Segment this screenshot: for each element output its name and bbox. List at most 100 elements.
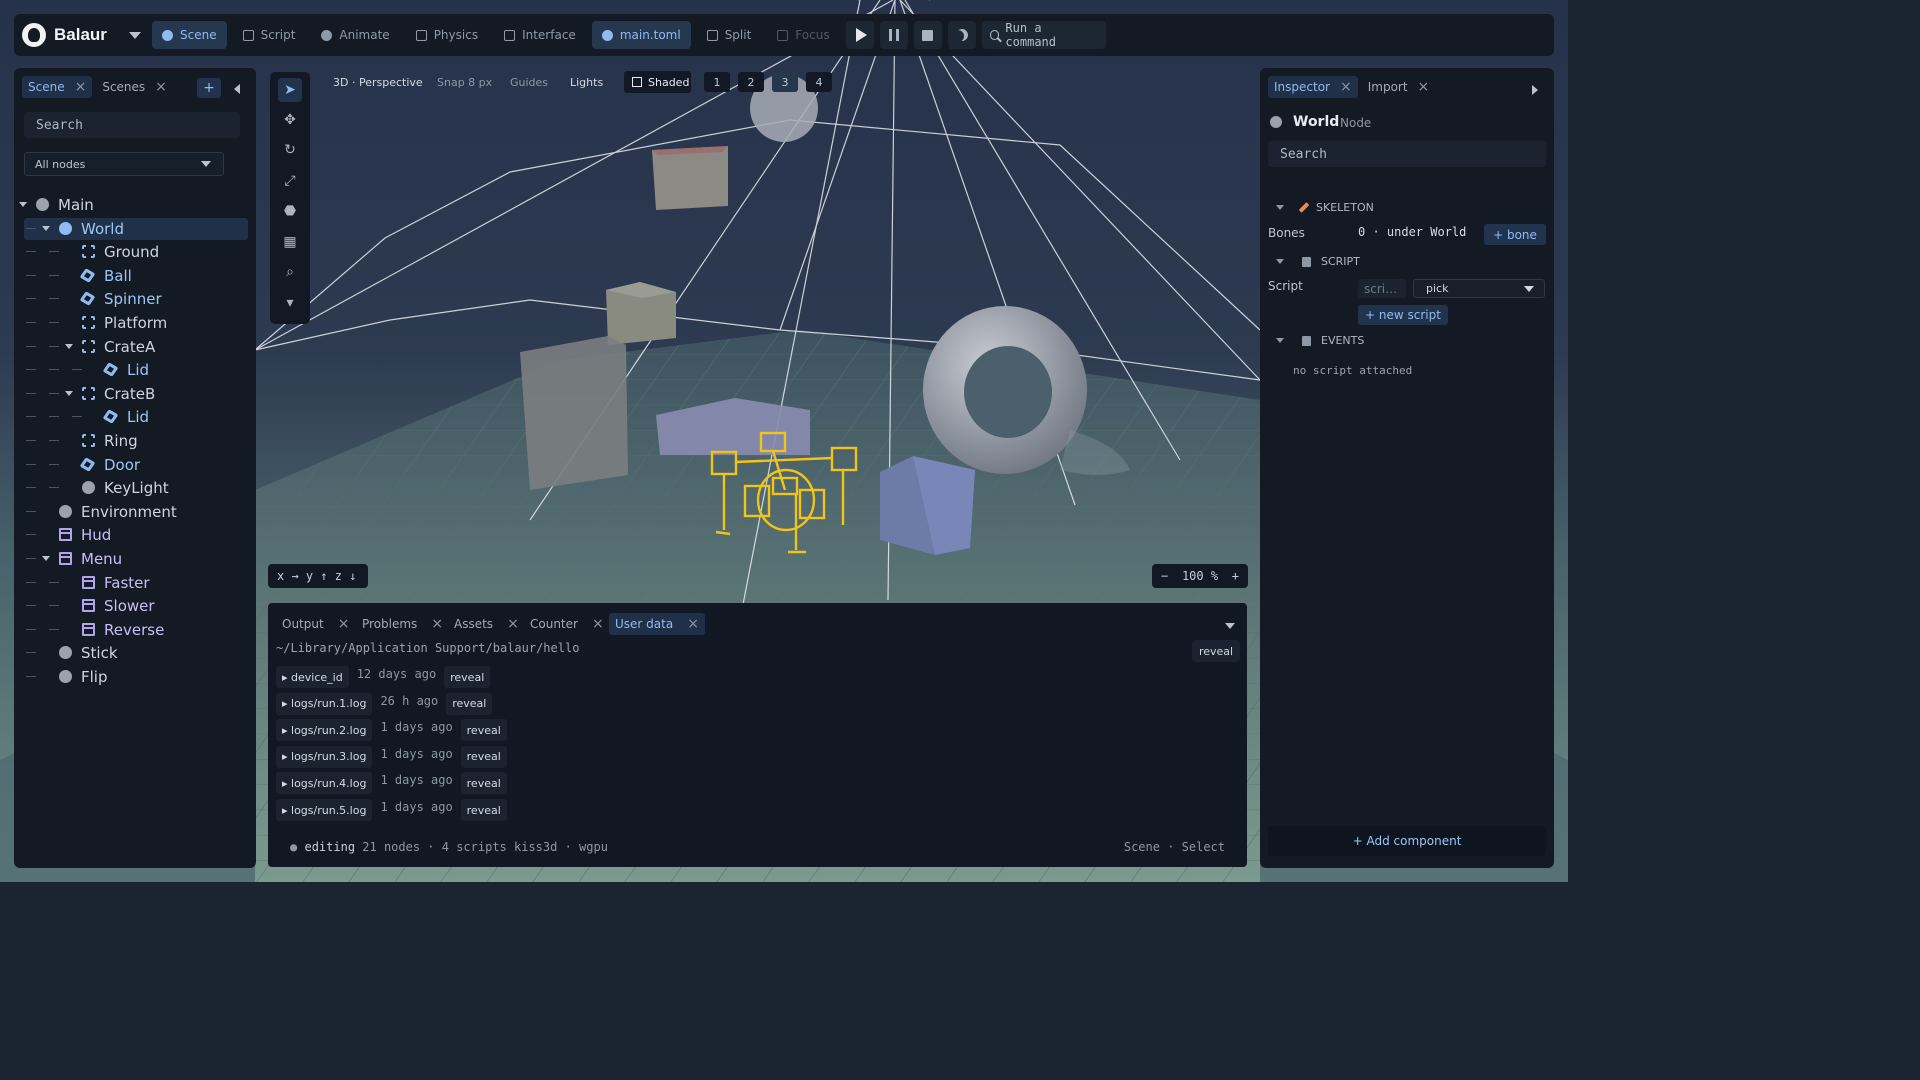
scale-tool-icon[interactable]: ⤢ bbox=[278, 169, 302, 193]
collapse-right-icon[interactable] bbox=[1532, 85, 1538, 95]
reveal-file-button[interactable]: reveal bbox=[460, 719, 507, 742]
pause-button[interactable] bbox=[879, 21, 908, 49]
tab-inspector[interactable]: Inspector × bbox=[1268, 76, 1358, 98]
tree-node-environment[interactable]: Environment bbox=[24, 501, 248, 523]
add-component-button[interactable]: + Add component bbox=[1268, 826, 1546, 856]
stop-button[interactable] bbox=[913, 21, 942, 49]
zoom-in-button[interactable]: + bbox=[1232, 569, 1239, 583]
play-button[interactable] bbox=[845, 21, 874, 49]
tab-scene[interactable]: Scene × bbox=[22, 76, 93, 98]
mode-scene-button[interactable]: Scene bbox=[152, 21, 227, 49]
tree-node-ball[interactable]: Ball bbox=[24, 265, 248, 287]
open-file-button[interactable]: main.toml bbox=[591, 21, 691, 49]
more-tools-chevron-down-icon[interactable]: ▾ bbox=[278, 291, 302, 315]
expand-chevron-down-icon[interactable] bbox=[42, 556, 50, 561]
snap-toggle[interactable]: Snap 8 px bbox=[437, 76, 492, 89]
tree-node-world[interactable]: World bbox=[24, 217, 248, 240]
reveal-file-button[interactable]: reveal bbox=[444, 666, 491, 688]
zoom-tool-icon[interactable]: ⌕ bbox=[278, 260, 302, 284]
app-menu-chevron-down-icon[interactable] bbox=[128, 31, 141, 39]
node-filter-select[interactable]: All nodes bbox=[24, 152, 224, 176]
script-pick-select[interactable]: pick bbox=[1413, 279, 1545, 298]
close-icon[interactable]: × bbox=[507, 616, 519, 632]
tree-node-cratea[interactable]: CrateA bbox=[24, 336, 248, 358]
script-path-input[interactable]: scri… bbox=[1358, 279, 1406, 298]
file-name-button[interactable]: ▸ device_id bbox=[276, 666, 349, 688]
file-name-button[interactable]: ▸ logs/run.1.log bbox=[276, 692, 373, 715]
tree-node-spinner[interactable]: Spinner bbox=[24, 288, 248, 310]
tree-node-lid[interactable]: Lid bbox=[24, 359, 248, 381]
app-menu[interactable]: Balaur bbox=[22, 23, 146, 47]
tree-node-slower[interactable]: Slower bbox=[24, 595, 248, 617]
collapse-panel-icon[interactable] bbox=[234, 84, 240, 94]
file-name-button[interactable]: ▸ logs/run.2.log bbox=[276, 719, 373, 742]
tab-counter[interactable]: Counter × bbox=[524, 613, 610, 635]
file-name-button[interactable]: ▸ logs/run.4.log bbox=[276, 772, 373, 795]
guides-toggle[interactable]: Guides bbox=[510, 76, 548, 89]
tab-problems[interactable]: Problems × bbox=[356, 613, 449, 635]
mode-script-button[interactable]: Script bbox=[233, 21, 306, 49]
move-tool-icon[interactable]: ✥ bbox=[278, 108, 302, 132]
reveal-file-button[interactable]: reveal bbox=[460, 772, 507, 795]
add-bone-button[interactable]: + bone bbox=[1484, 224, 1546, 245]
add-node-button[interactable]: + bbox=[197, 78, 221, 98]
tree-node-stick[interactable]: Stick bbox=[24, 642, 248, 664]
section-skeleton[interactable]: SKELETON bbox=[1276, 201, 1374, 214]
lights-toggle[interactable]: Lights bbox=[570, 76, 603, 89]
tree-node-platform[interactable]: Platform bbox=[24, 312, 248, 334]
tab-assets[interactable]: Assets × bbox=[448, 613, 525, 635]
close-icon[interactable]: × bbox=[1418, 80, 1430, 94]
tab-user-data[interactable]: User data × bbox=[609, 613, 705, 635]
zoom-out-button[interactable]: − bbox=[1161, 569, 1168, 583]
select-tool-icon[interactable]: ➤ bbox=[278, 78, 302, 102]
layout-3-button[interactable]: 3 bbox=[772, 72, 798, 92]
view-mode-label[interactable]: 3D · Perspective bbox=[333, 76, 423, 89]
reveal-file-button[interactable]: reveal bbox=[446, 692, 493, 715]
close-icon[interactable]: × bbox=[338, 616, 350, 632]
grid-tool-icon[interactable]: ▦ bbox=[278, 230, 302, 254]
focus-button[interactable]: Focus bbox=[767, 21, 839, 49]
section-events[interactable]: EVENTS bbox=[1276, 334, 1364, 347]
layout-4-button[interactable]: 4 bbox=[806, 72, 832, 92]
mode-physics-button[interactable]: Physics bbox=[406, 21, 488, 49]
mode-animate-button[interactable]: Animate bbox=[311, 21, 399, 49]
expand-chevron-down-icon[interactable] bbox=[19, 202, 27, 207]
section-script[interactable]: SCRIPT bbox=[1276, 255, 1360, 268]
shading-mode-button[interactable]: Shaded bbox=[624, 71, 691, 93]
theme-toggle-button[interactable] bbox=[947, 21, 976, 49]
tree-node-crateb[interactable]: CrateB bbox=[24, 383, 248, 405]
tree-node-keylight[interactable]: KeyLight bbox=[24, 477, 248, 499]
close-icon[interactable]: × bbox=[431, 616, 443, 632]
tree-node-faster[interactable]: Faster bbox=[24, 572, 248, 594]
tree-node-door[interactable]: Door bbox=[24, 454, 248, 476]
reveal-folder-button[interactable]: reveal bbox=[1192, 640, 1240, 662]
tree-node-ground[interactable]: Ground bbox=[24, 241, 248, 263]
paint-tool-icon[interactable]: ⬣ bbox=[278, 199, 302, 223]
tree-node-hud[interactable]: Hud bbox=[24, 524, 248, 546]
close-icon[interactable]: × bbox=[687, 616, 699, 632]
close-icon[interactable]: × bbox=[592, 616, 604, 632]
scene-search-input[interactable]: Search bbox=[24, 112, 240, 138]
close-icon[interactable]: × bbox=[155, 80, 167, 94]
tree-node-main[interactable]: Main bbox=[19, 194, 248, 216]
panel-menu-chevron-down-icon[interactable] bbox=[1225, 623, 1235, 629]
tree-node-lid[interactable]: Lid bbox=[24, 406, 248, 428]
command-palette-button[interactable]: Run a command bbox=[981, 21, 1106, 49]
file-name-button[interactable]: ▸ logs/run.5.log bbox=[276, 799, 373, 821]
new-script-button[interactable]: + new script bbox=[1358, 305, 1448, 325]
layout-1-button[interactable]: 1 bbox=[704, 72, 730, 92]
tree-node-reverse[interactable]: Reverse bbox=[24, 619, 248, 641]
tree-node-flip[interactable]: Flip bbox=[24, 666, 248, 688]
file-name-button[interactable]: ▸ logs/run.3.log bbox=[276, 745, 373, 768]
tree-node-ring[interactable]: Ring bbox=[24, 430, 248, 452]
expand-chevron-down-icon[interactable] bbox=[42, 225, 50, 231]
split-button[interactable]: Split bbox=[697, 21, 762, 49]
tab-scenes[interactable]: Scenes × bbox=[96, 76, 173, 98]
close-icon[interactable]: × bbox=[1340, 80, 1352, 94]
mode-interface-button[interactable]: Interface bbox=[494, 21, 586, 49]
expand-chevron-down-icon[interactable] bbox=[65, 390, 73, 396]
inspector-search-input[interactable]: Search bbox=[1268, 141, 1546, 167]
tab-output[interactable]: Output × bbox=[276, 613, 355, 635]
close-icon[interactable]: × bbox=[75, 80, 87, 94]
rotate-tool-icon[interactable]: ↻ bbox=[278, 138, 302, 162]
